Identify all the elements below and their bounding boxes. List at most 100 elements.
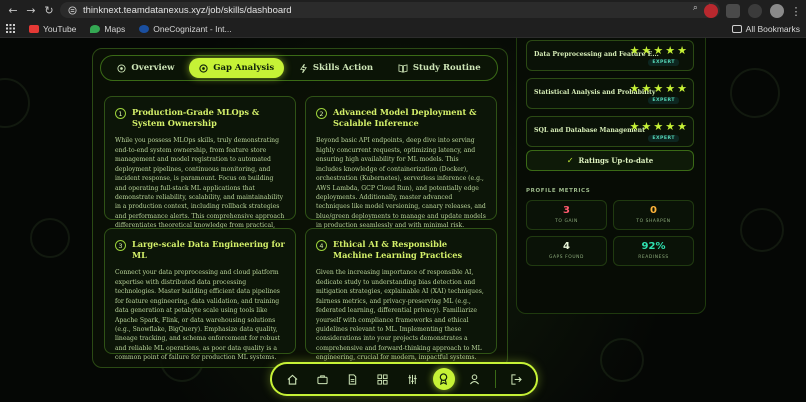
skill-row[interactable]: Statistical Analysis and Probability ★ ★ ★…	[526, 78, 694, 109]
award-icon[interactable]	[432, 368, 455, 390]
level-badge: EXPERT	[648, 59, 679, 66]
bg-ring	[30, 218, 70, 258]
url-text: thinknext.teamdatanexus.xyz/job/skills/d…	[83, 4, 292, 16]
star-icon: ★	[629, 82, 640, 95]
address-bar[interactable]: thinknext.teamdatanexus.xyz/job/skills/d…	[60, 2, 720, 18]
bg-ring	[0, 78, 30, 128]
browser-toolbar: ← → ↻ thinknext.teamdatanexus.xyz/job/sk…	[0, 0, 806, 20]
metric-value: 3	[563, 205, 570, 216]
tab-label: Gap Analysis	[213, 63, 275, 73]
all-bookmarks[interactable]: All Bookmarks	[731, 23, 800, 34]
ratings-up-to-date-button[interactable]: ✓ Ratings Up-to-date	[526, 150, 694, 171]
apps-grid-icon[interactable]	[6, 24, 15, 33]
star-icon: ★	[653, 120, 664, 133]
maps-icon	[90, 24, 101, 33]
document-icon[interactable]	[342, 369, 362, 389]
target-icon	[199, 63, 208, 73]
metric-value: 0	[650, 205, 657, 216]
all-bookmarks-label: All Bookmarks	[745, 23, 800, 34]
home-icon[interactable]	[282, 369, 302, 389]
card-body: Connect your data preprocessing and clou…	[115, 269, 280, 362]
sidebar-icon[interactable]	[748, 4, 762, 18]
card-number: 3	[115, 240, 126, 251]
star-icon: ★	[641, 82, 652, 95]
metric-label: READINESS	[638, 255, 669, 260]
star-icon: ★	[665, 82, 676, 95]
bg-ring	[730, 68, 780, 118]
bookmark-label: Maps	[104, 23, 126, 34]
forward-icon[interactable]: →	[22, 1, 40, 19]
star-icon: ★	[677, 44, 687, 57]
star-rating: ★ ★ ★ ★ ★	[630, 45, 687, 56]
star-icon: ★	[677, 120, 687, 133]
tab-label: Study Routine	[412, 63, 481, 73]
tab-gap-analysis[interactable]: Gap Analysis	[189, 58, 285, 78]
dock-divider	[494, 370, 496, 388]
bookmark-onecognizant[interactable]: OneCognizant - Int...	[139, 23, 232, 34]
profile-metrics-title: PROFILE METRICS	[526, 188, 591, 194]
star-icon: ★	[665, 44, 676, 57]
star-icon: ★	[653, 44, 664, 57]
tab-bar: Overview Gap Analysis Skills Action Stud…	[100, 55, 498, 81]
metric-gaps-found: 4 GAPS FOUND	[526, 236, 607, 266]
tab-label: Skills Action	[312, 63, 374, 73]
star-icon: ★	[629, 44, 640, 57]
logout-icon[interactable]	[506, 369, 526, 389]
gap-card: 2 Advanced Model Deployment & Scalable I…	[305, 96, 497, 229]
bookmark-label: YouTube	[43, 23, 77, 34]
star-icon: ★	[653, 82, 664, 95]
tab-skills-action[interactable]: Skills Action	[289, 58, 383, 78]
briefcase-icon[interactable]	[312, 369, 332, 389]
back-icon[interactable]: ←	[4, 1, 22, 19]
zoom-icon[interactable]: ⌕	[693, 3, 698, 13]
skill-name: SQL and Database Management	[534, 127, 645, 134]
card-title: Advanced Model Deployment & Scalable Inf…	[333, 107, 477, 128]
bg-ring	[740, 208, 784, 252]
profile-avatar[interactable]	[770, 4, 784, 18]
metric-label: GAPS FOUND	[548, 255, 585, 260]
level-badge: EXPERT	[648, 135, 679, 142]
skill-row[interactable]: SQL and Database Management ★ ★ ★ ★ ★ EXPERT	[526, 116, 694, 147]
onecognizant-icon	[139, 24, 150, 33]
bookmark-youtube[interactable]: YouTube	[29, 24, 76, 34]
card-title: Production-Grade MLOps & System Ownershi…	[132, 107, 260, 128]
star-icon: ★	[629, 120, 640, 133]
card-body: Beyond basic API endpoints, deep dive in…	[316, 137, 486, 230]
extension-icon[interactable]	[704, 4, 718, 18]
star-rating: ★ ★ ★ ★ ★	[630, 121, 687, 132]
sliders-icon[interactable]	[403, 369, 423, 389]
card-number: 1	[115, 108, 126, 119]
star-rating: ★ ★ ★ ★ ★	[630, 83, 687, 94]
reload-icon[interactable]: ↻	[40, 1, 58, 19]
metric-value: 92%	[641, 241, 666, 252]
metric-label: TO SHARPEN	[636, 219, 671, 224]
star-icon: ★	[677, 82, 687, 95]
star-icon: ★	[665, 120, 676, 133]
target-icon	[117, 63, 126, 73]
gap-card: 3 Large-scale Data Engineering for ML Co…	[104, 228, 296, 361]
site-info-icon[interactable]	[68, 5, 77, 15]
extensions-puzzle-icon[interactable]	[726, 4, 740, 18]
grid-icon[interactable]	[372, 369, 392, 389]
bookmark-maps[interactable]: Maps	[90, 24, 125, 34]
book-icon	[398, 63, 408, 73]
metric-readiness: 92% READINESS	[613, 236, 694, 266]
gap-card: 1 Production-Grade MLOps & System Owners…	[104, 96, 296, 239]
gap-card: 4 Ethical AI & Responsible Machine Learn…	[305, 228, 497, 361]
bottom-dock	[270, 362, 538, 396]
skill-row[interactable]: Data Preprocessing and Feature E... ★ ★ ★ ★…	[526, 40, 694, 71]
dashboard-page: Overview Gap Analysis Skills Action Stud…	[0, 38, 806, 402]
star-icon: ★	[641, 44, 652, 57]
star-icon: ★	[641, 120, 652, 133]
user-icon[interactable]	[465, 369, 485, 389]
menu-kebab-icon[interactable]: ⋮	[791, 2, 802, 20]
tab-study-routine[interactable]: Study Routine	[388, 58, 491, 78]
check-icon: ✓	[566, 156, 574, 165]
metric-to-sharpen: 0 TO SHARPEN	[613, 200, 694, 230]
bookmark-label: OneCognizant - Int...	[153, 23, 232, 34]
card-number: 4	[316, 240, 327, 251]
tab-overview[interactable]: Overview	[107, 58, 184, 78]
level-badge: EXPERT	[648, 97, 679, 104]
ratings-button-label: Ratings Up-to-date	[578, 156, 654, 165]
lightning-icon	[299, 63, 307, 73]
